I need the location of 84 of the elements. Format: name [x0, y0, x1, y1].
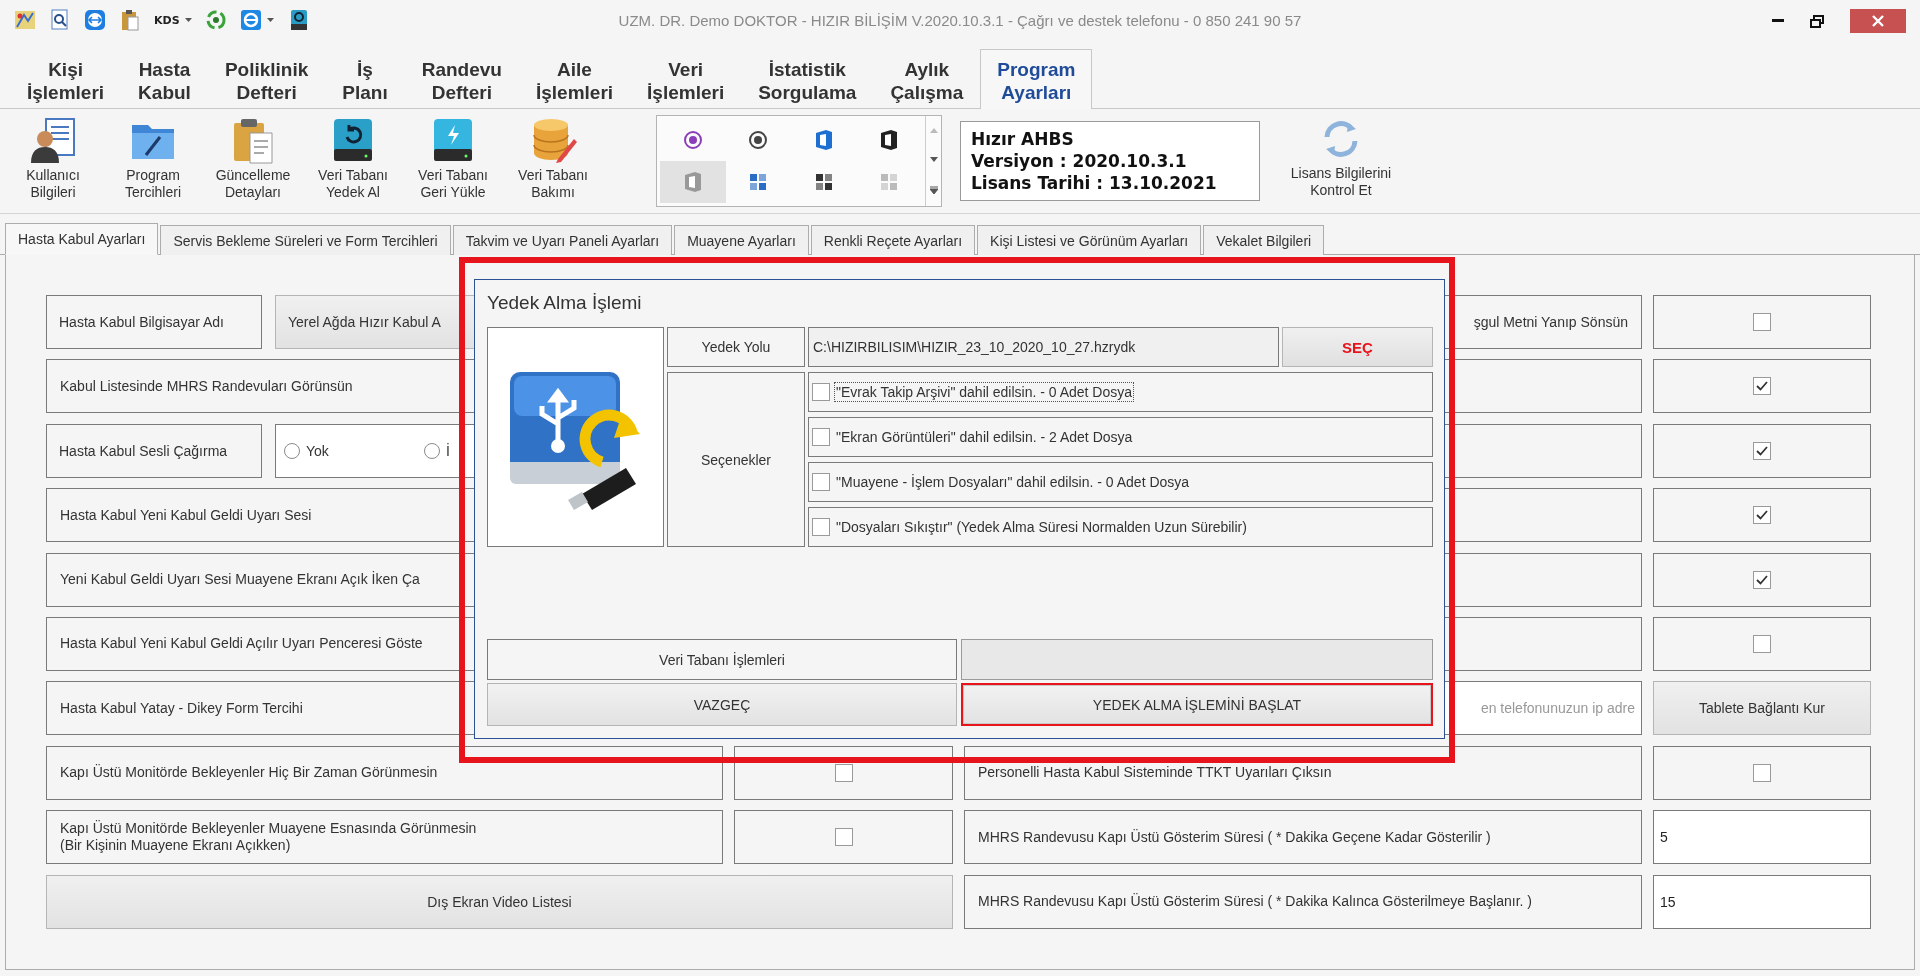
ribbon-tab[interactable]: Poliklinik Defteri [207, 49, 326, 109]
info-line: Versiyon : 2020.10.3.1 [971, 150, 1188, 172]
video-list-button[interactable]: Dış Ekran Video Listesi [46, 874, 953, 929]
more-icon[interactable] [929, 186, 938, 194]
checkbox[interactable] [834, 763, 853, 782]
ribbon-tab[interactable]: Kişi İşlemleri [10, 49, 122, 109]
tiles-icon[interactable] [813, 172, 834, 192]
settings-tab[interactable]: Vekalet Bilgileri [1203, 225, 1325, 255]
path-label: Yedek Yolu [667, 327, 805, 367]
tiles-icon[interactable] [748, 172, 769, 192]
toolbar-button[interactable]: Veri Tabanı Geri Yükle [406, 111, 500, 211]
checkbox[interactable] [1753, 570, 1771, 589]
caret-icon[interactable] [266, 18, 274, 22]
ribbon-tab[interactable]: İş Planı [325, 49, 405, 109]
settings-tab[interactable]: Renkli Reçete Ayarları [810, 225, 976, 255]
dialog-button[interactable]: VAZGEÇ [487, 683, 957, 726]
section-label: Veri Tabanı İşlemleri [487, 639, 957, 680]
toolbar-button[interactable]: Veri Tabanı Bakımı [506, 111, 600, 211]
ribbon-tab[interactable]: İstatistik Sorgulama [741, 49, 874, 109]
option-checkbox[interactable]: "Dosyaları Sıkıştır" (Yedek Alma Süresi Normalden Uzun Sürebilir) [808, 507, 1433, 547]
setting-label: Hasta Kabul Sesli Çağırma [46, 423, 262, 478]
setting-label: MHRS Randevusu Kapı Üstü Gösterim Süresi ( * Dakika Kalınca Gösterilmeye Başlanır. ) [964, 874, 1642, 929]
user-card-icon[interactable] [28, 115, 78, 165]
ribbon-tab[interactable]: Veri İşlemleri [630, 49, 742, 109]
restore-icon[interactable] [1810, 14, 1824, 28]
globe-icon[interactable] [239, 9, 262, 31]
ribbon-tab[interactable]: Aylık Çalışma [873, 49, 981, 109]
ribbon-tab[interactable]: Randevu Defteri [404, 49, 519, 109]
kds-label[interactable]: KDS [154, 13, 180, 27]
disc-icon[interactable] [748, 130, 769, 150]
info-line: Hızır AHBS [971, 128, 1075, 150]
options-label: Seçenekler [667, 372, 805, 547]
close-icon[interactable] [1871, 14, 1885, 28]
setting-label: Kapı Üstü Monitörde Bekleyenler Muayene Esnasında Görünmesin (Bir Kişinin Muayene Ekranı Açıkken) [46, 810, 723, 865]
clipboard-icon[interactable] [120, 9, 140, 31]
toolbar-button[interactable]: Program Tercihleri [106, 111, 200, 211]
settings-tab[interactable]: Servis Bekleme Süreleri ve Form Tercihleri [160, 225, 451, 255]
option-checkbox[interactable]: "Evrak Takip Arşivi" dahil edilsin. - 0 Adet Dosya [808, 372, 1433, 412]
connect-button[interactable]: Tablete Bağlantı Kur [1653, 681, 1871, 736]
choose-button[interactable]: SEÇ [1282, 327, 1433, 367]
checkbox[interactable] [1753, 441, 1771, 460]
settings-tab[interactable]: Takvim ve Uyarı Paneli Ayarları [452, 225, 673, 255]
recycle-icon[interactable] [205, 10, 226, 30]
panel-icon[interactable] [879, 129, 900, 151]
setting-label: Hasta Kabul Bilgisayar Adı [46, 295, 262, 349]
settings-tab[interactable]: Muayene Ayarları [674, 225, 809, 255]
checkbox[interactable] [1753, 313, 1771, 331]
disc-icon[interactable] [682, 130, 703, 150]
number-field[interactable]: 5 [1653, 810, 1871, 865]
number-field[interactable]: 15 [1653, 874, 1871, 929]
arrows-icon[interactable] [84, 9, 106, 31]
scroll-down-icon[interactable] [929, 157, 938, 162]
ribbon-tab[interactable]: Hasta Kabul [121, 49, 208, 109]
toolbar-button[interactable]: Kullanıcı Bilgileri [6, 111, 100, 211]
search-icon[interactable] [50, 9, 70, 31]
info-line: Lisans Tarihi : 13.10.2021 [971, 172, 1218, 194]
checkbox[interactable] [1753, 634, 1771, 653]
setting-label: Personelli Hasta Kabul Sisteminde TTKT Uyarıları Çıksın [964, 745, 1642, 800]
radio-button[interactable]: İ [424, 442, 564, 459]
checkbox[interactable] [1753, 377, 1771, 396]
setting-label: Kapı Üstü Monitörde Bekleyenler Hiç Bir Zaman Görünmesin [46, 745, 723, 800]
option-checkbox[interactable]: "Muayene - İşlem Dosyaları" dahil edilsin. - 0 Adet Dosya [808, 462, 1433, 502]
ribbon-tab[interactable]: Program Ayarları [980, 49, 1093, 109]
caret-icon[interactable] [184, 18, 192, 22]
map-icon[interactable] [14, 9, 36, 31]
window-title: UZM. DR. Demo DOKTOR - HIZIR BİLİŞİM V.2020.10.3.1 - Çağrı ve destek telefonu - 0 850 241 90 57 [618, 11, 1302, 29]
radio-button[interactable]: Yok [284, 442, 424, 459]
ribbon-tab[interactable]: Aile İşlemleri [518, 49, 631, 109]
minimize-icon[interactable] [1772, 19, 1784, 23]
setting-label: MHRS Randevusu Kapı Üstü Gösterim Süresi ( * Dakika Geçene Kadar Gösterilir ) [964, 810, 1642, 865]
toolbar-button[interactable]: Veri Tabanı Yedek Al [306, 111, 400, 211]
license-check-button[interactable]: Lisans Bilgilerini Kontrol Et [1276, 111, 1406, 211]
settings-tab[interactable]: Hasta Kabul Ayarları [5, 223, 159, 255]
checkbox[interactable] [1753, 763, 1771, 782]
path-field[interactable]: C:\HIZIRBILISIM\HIZIR_23_10_2020_10_27.hzrydk [808, 327, 1279, 367]
option-checkbox[interactable]: "Ekran Görüntüleri" dahil edilsin. - 2 Adet Dosya [808, 417, 1433, 457]
checkbox[interactable] [834, 828, 853, 847]
checkbox[interactable] [1753, 506, 1771, 525]
tiles-icon[interactable] [879, 172, 900, 192]
settings-tab[interactable]: Kişi Listesi ve Görünüm Ayarları [977, 225, 1202, 255]
toolbar-button[interactable]: Güncelleme Detayları [206, 111, 300, 211]
close-button[interactable] [1850, 9, 1906, 33]
dialog-button[interactable]: YEDEK ALMA İŞLEMİNİ BAŞLAT [961, 683, 1433, 726]
dialog-title: Yedek Alma İşlemi [487, 292, 643, 314]
